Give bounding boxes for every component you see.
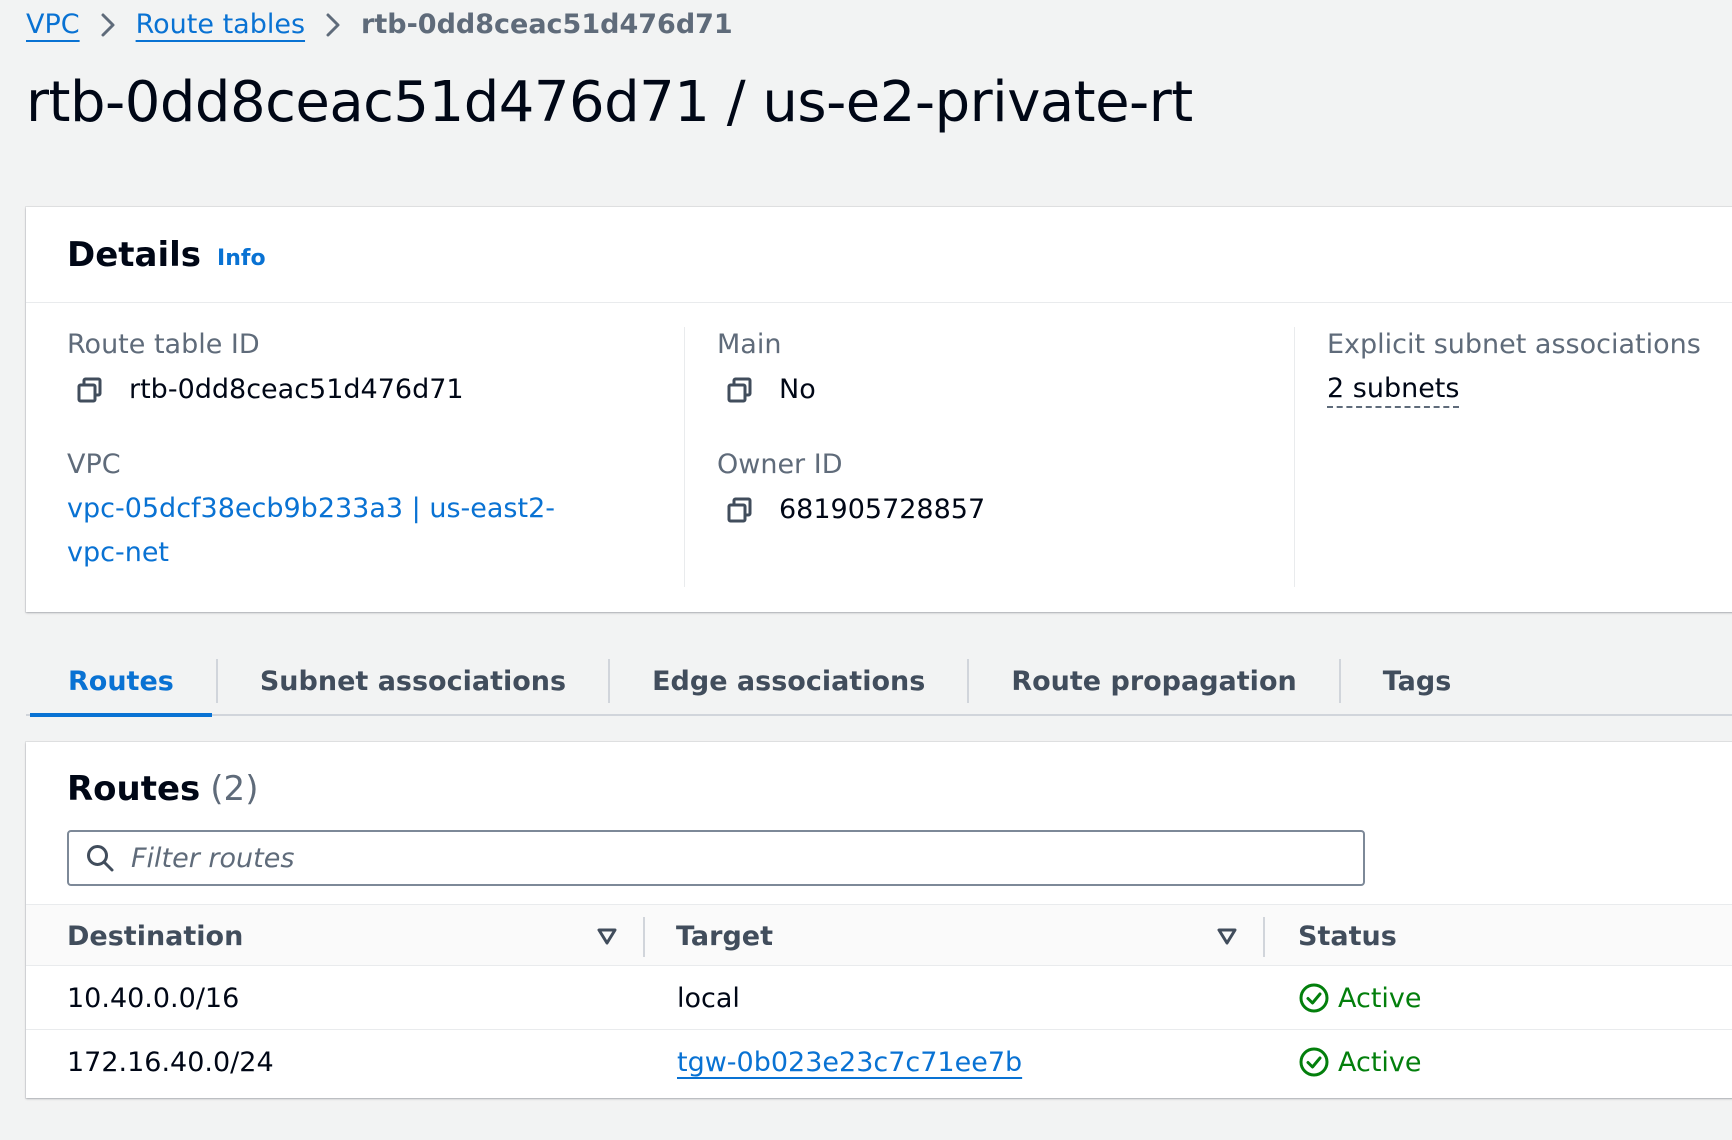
route-status-text: Active — [1338, 982, 1422, 1014]
route-status-text: Active — [1338, 1046, 1422, 1078]
route-target: local — [677, 982, 740, 1014]
main-label: Main — [717, 329, 782, 360]
route-destination: 10.40.0.0/16 — [67, 982, 240, 1014]
owner-id-value: 681905728857 — [717, 489, 985, 531]
breadcrumb: VPC Route tables rtb-0dd8ceac51d476d71 — [26, 4, 733, 44]
breadcrumb-vpc-link[interactable]: VPC — [26, 9, 80, 40]
vpc-label: VPC — [67, 449, 121, 480]
owner-id-label: Owner ID — [717, 449, 843, 480]
details-heading: Details — [67, 234, 202, 275]
routes-table-header: Destination Target Status — [26, 904, 1732, 966]
details-columns: Route table ID rtb-0dd8ceac51d476d71 VPC… — [26, 327, 1732, 587]
sort-caret-down-icon[interactable] — [1214, 923, 1240, 949]
copy-icon[interactable] — [725, 375, 755, 405]
tab-route-propagation[interactable]: Route propagation — [969, 647, 1338, 715]
column-divider[interactable] — [643, 917, 645, 957]
column-divider[interactable] — [1263, 917, 1265, 957]
details-column-3: Explicit subnet associations 2 subnets — [1294, 327, 1732, 587]
route-destination: 172.16.40.0/24 — [67, 1046, 274, 1078]
tab-subnet-associations[interactable]: Subnet associations — [218, 647, 608, 715]
table-row: 172.16.40.0/24 tgw-0b023e23c7c71ee7b Act… — [26, 1030, 1732, 1094]
routes-panel: Routes (2) Destination Target Statu — [26, 742, 1732, 1098]
subnets-popover-link[interactable]: 2 subnets — [1327, 372, 1460, 408]
route-table-id-value: rtb-0dd8ceac51d476d71 — [67, 369, 627, 411]
route-status: Active — [1298, 966, 1422, 1030]
chevron-right-icon — [305, 8, 361, 40]
route-table-detail-page: VPC Route tables rtb-0dd8ceac51d476d71 r… — [0, 0, 1732, 1140]
chevron-right-icon — [80, 8, 136, 40]
details-header: Details Info — [26, 207, 1732, 303]
status-positive-icon — [1298, 982, 1330, 1014]
tab-list: Routes Subnet associations Edge associat… — [26, 647, 1732, 717]
route-target: tgw-0b023e23c7c71ee7b — [677, 1030, 1022, 1094]
routes-count: (2) — [210, 769, 259, 809]
info-link[interactable]: Info — [217, 246, 266, 271]
breadcrumb-route-tables-link[interactable]: Route tables — [136, 9, 305, 40]
search-icon — [85, 843, 115, 873]
tab-routes[interactable]: Routes — [26, 647, 216, 717]
table-row: 10.40.0.0/16 local Active — [26, 966, 1732, 1030]
transit-gateway-link[interactable]: tgw-0b023e23c7c71ee7b — [677, 1047, 1022, 1078]
explicit-subnet-value: 2 subnets — [1327, 369, 1732, 411]
main-text: No — [779, 374, 816, 405]
routes-table: Destination Target Status 10.40.0.0/16 l… — [26, 904, 1732, 1094]
column-header-destination[interactable]: Destination — [67, 905, 637, 967]
column-header-target[interactable]: Target — [676, 905, 1256, 967]
route-status: Active — [1298, 1030, 1422, 1094]
route-table-id-label: Route table ID — [67, 329, 260, 360]
explicit-subnet-label: Explicit subnet associations — [1327, 329, 1701, 360]
copy-icon[interactable] — [725, 495, 755, 525]
breadcrumb-current: rtb-0dd8ceac51d476d71 — [361, 8, 733, 40]
routes-heading: Routes — [67, 769, 201, 809]
column-header-status[interactable]: Status — [1298, 905, 1698, 967]
status-positive-icon — [1298, 1046, 1330, 1078]
filter-routes-input[interactable] — [131, 842, 1331, 874]
details-column-1: Route table ID rtb-0dd8ceac51d476d71 VPC… — [67, 327, 627, 587]
vpc-link[interactable]: vpc-05dcf38ecb9b233a3 | us-east2-vpc-net — [67, 487, 587, 575]
filter-routes-box[interactable] — [67, 830, 1365, 886]
tab-tags[interactable]: Tags — [1341, 647, 1494, 715]
copy-icon[interactable] — [75, 375, 105, 405]
route-table-id-text: rtb-0dd8ceac51d476d71 — [129, 374, 464, 405]
routes-header: Routes (2) — [67, 764, 258, 814]
page-title: rtb-0dd8ceac51d476d71 / us-e2-private-rt — [26, 70, 1193, 135]
main-value: No — [717, 369, 1276, 411]
details-column-2: Main No Owner ID 681905728857 — [684, 327, 1244, 587]
owner-id-text: 681905728857 — [779, 494, 986, 525]
tab-edge-associations[interactable]: Edge associations — [610, 647, 967, 715]
sort-caret-down-icon[interactable] — [594, 923, 620, 949]
details-panel: Details Info Route table ID rtb-0dd8ceac… — [26, 207, 1732, 612]
